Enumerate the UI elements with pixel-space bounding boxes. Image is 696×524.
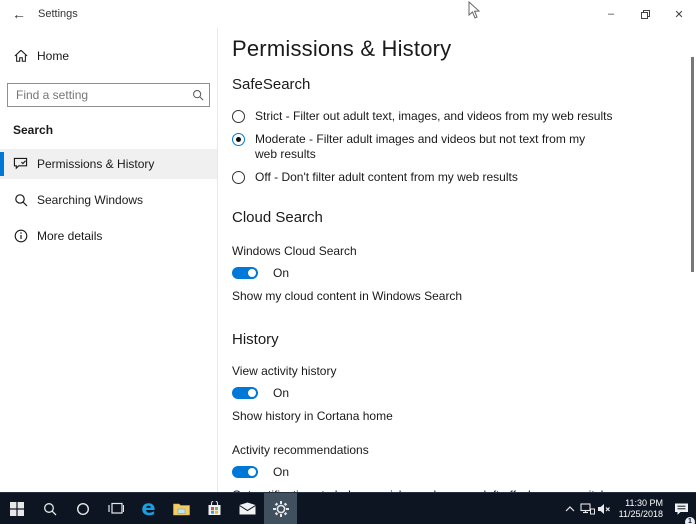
radio-label: Strict - Filter out adult text, images, … xyxy=(255,109,613,123)
sidebar-item-label: Home xyxy=(37,49,70,63)
toggle-state-label: On xyxy=(273,266,290,280)
search-input[interactable] xyxy=(8,88,187,102)
radio-circle-icon xyxy=(232,171,245,184)
mail-icon xyxy=(239,502,256,515)
radio-moderate[interactable]: Moderate - Filter adult images and video… xyxy=(232,132,680,162)
sidebar-item-label: Permissions & History xyxy=(37,157,155,171)
back-icon: ← xyxy=(12,6,26,22)
show-hidden-icons-button[interactable] xyxy=(562,493,579,524)
network-icon xyxy=(580,502,595,514)
task-view-button[interactable] xyxy=(99,493,132,524)
toggle-knob xyxy=(248,468,256,476)
gear-icon xyxy=(272,500,289,517)
radio-strict[interactable]: Strict - Filter out adult text, images, … xyxy=(232,109,680,124)
toggle-knob xyxy=(248,389,256,397)
sidebar: Home Search Permissions & History Search… xyxy=(0,28,218,492)
cloud-search-heading: Cloud Search xyxy=(232,209,323,226)
sidebar-section-label: Search xyxy=(13,123,54,137)
cloud-search-toggle[interactable] xyxy=(232,267,258,279)
file-explorer-icon xyxy=(173,503,190,515)
sidebar-item-permissions-history[interactable]: Permissions & History xyxy=(0,149,217,179)
edge-icon: e xyxy=(141,496,156,520)
system-tray: 11:30 PM 11/25/2018 1 xyxy=(562,493,696,524)
activity-recommendations-toggle[interactable] xyxy=(232,466,258,478)
safesearch-radio-group: Strict - Filter out adult text, images, … xyxy=(232,109,680,185)
volume-tray-button[interactable] xyxy=(596,493,613,524)
permissions-history-icon xyxy=(13,157,28,172)
back-button[interactable]: ← xyxy=(0,0,38,28)
clock-date: 11/25/2018 xyxy=(618,508,663,519)
network-tray-button[interactable] xyxy=(579,493,596,524)
sidebar-item-label: More details xyxy=(37,229,103,243)
search-icon xyxy=(43,502,56,515)
info-icon xyxy=(13,229,28,244)
file-explorer-button[interactable] xyxy=(165,493,198,524)
scrollbar-thumb[interactable] xyxy=(691,57,694,272)
radio-circle-icon xyxy=(232,110,245,123)
settings-search-box xyxy=(7,83,210,107)
action-center-button[interactable]: 1 xyxy=(670,493,695,524)
window-controls: – ✕ xyxy=(594,0,696,28)
close-icon: ✕ xyxy=(674,8,684,21)
home-icon xyxy=(13,49,28,64)
taskbar-apps: e xyxy=(0,493,297,524)
toggle-state-label: On xyxy=(273,386,290,400)
close-button[interactable]: ✕ xyxy=(662,0,696,28)
toggle-knob xyxy=(248,269,256,277)
settings-content: Permissions & History SafeSearch Strict … xyxy=(219,28,696,492)
view-activity-history-toggle[interactable] xyxy=(232,387,258,399)
sidebar-item-searching-windows[interactable]: Searching Windows xyxy=(0,185,217,215)
safesearch-heading: SafeSearch xyxy=(232,76,311,93)
store-icon xyxy=(208,501,221,515)
cortana-icon xyxy=(76,502,89,515)
sidebar-item-home[interactable]: Home xyxy=(0,42,217,70)
mail-button[interactable] xyxy=(231,493,264,524)
speaker-muted-icon xyxy=(598,503,611,514)
cloud-search-toggle-label: Windows Cloud Search xyxy=(232,244,357,258)
taskbar-search-button[interactable] xyxy=(33,493,66,524)
restore-button[interactable] xyxy=(628,0,662,28)
chevron-up-icon xyxy=(565,505,575,511)
sidebar-item-label: Searching Windows xyxy=(37,193,144,207)
activity-recommendations-label: Activity recommendations xyxy=(232,443,369,457)
page-title: Permissions & History xyxy=(232,36,452,61)
radio-label: Off - Don't filter adult content from my… xyxy=(255,170,518,184)
view-activity-history-description: Show history in Cortana home xyxy=(232,409,393,423)
task-view-icon xyxy=(107,502,124,514)
mouse-cursor-icon xyxy=(468,1,481,19)
minimize-icon: – xyxy=(607,8,615,20)
start-button[interactable] xyxy=(0,493,33,524)
cloud-search-description: Show my cloud content in Windows Search xyxy=(232,289,463,303)
radio-circle-icon xyxy=(232,133,245,146)
minimize-button[interactable]: – xyxy=(594,0,628,28)
search-windows-icon xyxy=(13,193,28,208)
taskbar-clock[interactable]: 11:30 PM 11/25/2018 xyxy=(613,498,670,520)
store-button[interactable] xyxy=(198,493,231,524)
sidebar-nav: Permissions & History Searching Windows … xyxy=(0,149,217,251)
titlebar: ← Settings – ✕ xyxy=(0,0,696,28)
toggle-state-label: On xyxy=(273,465,290,479)
view-activity-history-label: View activity history xyxy=(232,364,337,378)
edge-button[interactable]: e xyxy=(132,493,165,524)
radio-off[interactable]: Off - Don't filter adult content from my… xyxy=(232,170,680,185)
action-center-icon xyxy=(674,503,688,515)
restore-icon xyxy=(640,9,650,19)
sidebar-item-more-details[interactable]: More details xyxy=(0,221,217,251)
windows-logo-icon xyxy=(9,501,24,516)
window-title: Settings xyxy=(38,8,78,20)
cortana-button[interactable] xyxy=(66,493,99,524)
clock-time: 11:30 PM xyxy=(625,497,663,508)
taskbar: e 11:30 PM 11/25/2018 1 xyxy=(0,492,696,524)
history-heading: History xyxy=(232,331,279,348)
radio-label: Moderate - Filter adult images and video… xyxy=(255,132,586,161)
settings-app-button[interactable] xyxy=(264,493,297,524)
notification-badge: 1 xyxy=(685,516,695,524)
search-icon[interactable] xyxy=(187,89,209,101)
